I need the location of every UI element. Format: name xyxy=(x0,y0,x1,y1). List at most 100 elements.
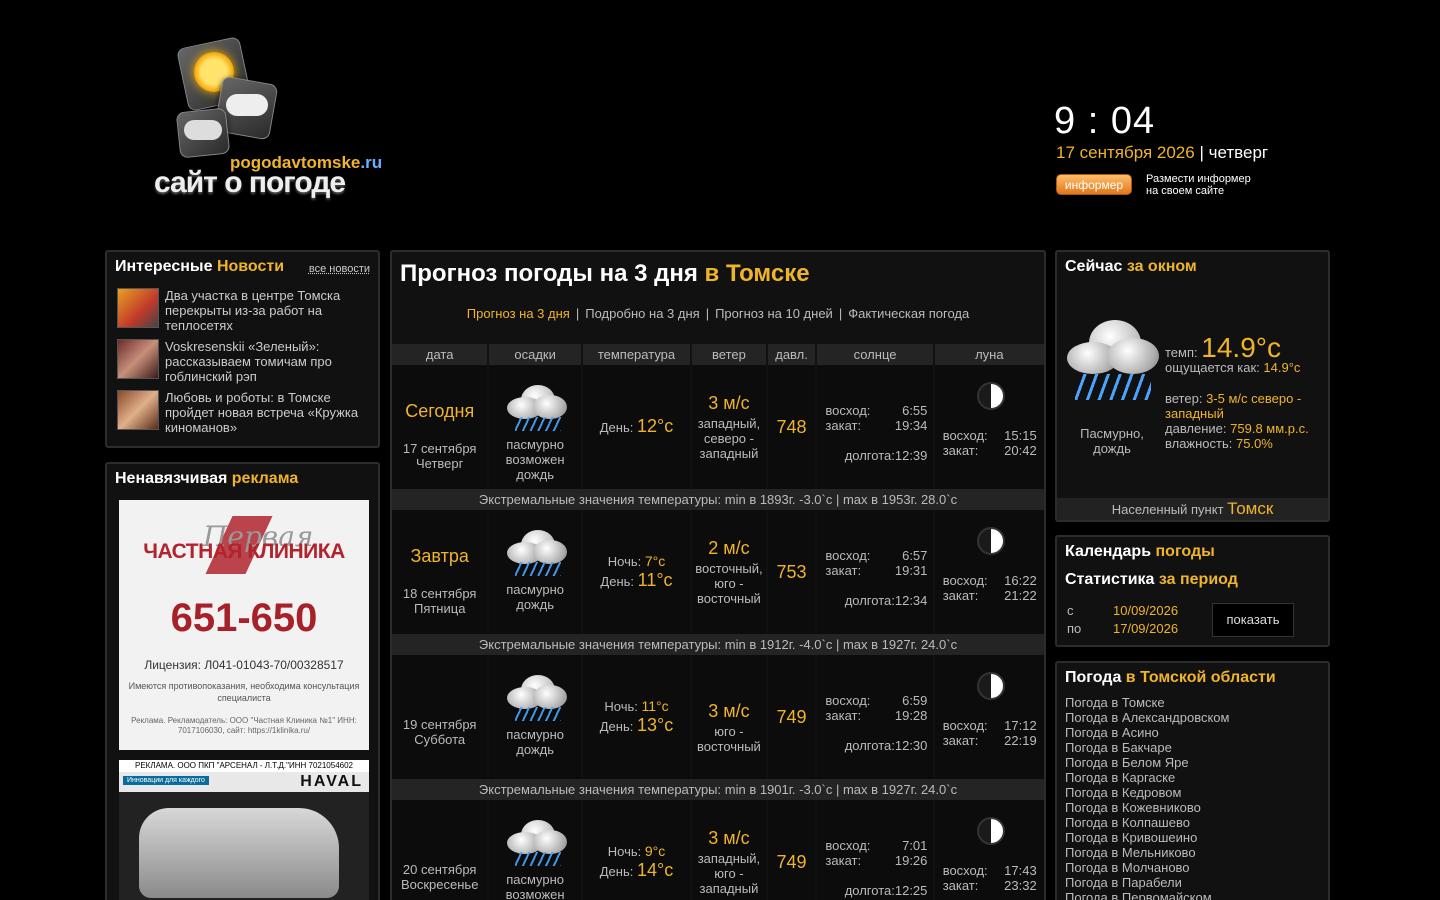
moon-phase-icon xyxy=(976,672,1005,700)
sun-cell: восход: 7:01 закат: 19:26 долгота:12:25 xyxy=(817,800,933,900)
extreme-temps-row: Экстремальные значения температуры: min … xyxy=(392,489,1044,510)
region-link[interactable]: Погода в Александровском xyxy=(1065,710,1320,725)
day-name: Сегодня xyxy=(405,401,475,421)
col-precip: осадки xyxy=(489,344,581,365)
car-ad-disclaimer: РЕКЛАМА. ООО ПКП "АРСЕНАЛ - Л.Т.Д."ИНН 7… xyxy=(119,760,369,772)
region-link[interactable]: Погода в Молчаново xyxy=(1065,860,1320,875)
precip-text: пасмурно возможен дождь xyxy=(505,872,565,900)
moon-cell: восход: 16:22 закат: 21:22 xyxy=(934,510,1044,634)
moon-phase-icon xyxy=(976,382,1005,410)
car-ad-brand: HAVAL xyxy=(300,773,363,790)
news-thumbnail xyxy=(117,339,159,379)
pressure-cell: 749 xyxy=(767,800,816,900)
locality: Населенный пункт Томск xyxy=(1057,498,1328,520)
sunrise-time: 7:01 xyxy=(902,838,928,853)
logo-title: сайт о погоде xyxy=(154,166,346,199)
current-date: 17 сентября 2026 | четверг xyxy=(1056,143,1269,162)
date-from-input[interactable]: 10/09/2026 xyxy=(1113,603,1178,618)
temp-values: День: 12°c xyxy=(599,416,674,436)
news-item-text[interactable]: Voskresenskii «Зеленый»: рассказываем то… xyxy=(165,339,370,384)
pressure-value: 749 xyxy=(776,852,807,872)
clinic-ad-banner[interactable]: Первая ЧАСТНАЯ КЛИНИКА 651-650 Лицензия:… xyxy=(119,500,369,750)
pressure-value: 753 xyxy=(776,562,807,582)
region-link[interactable]: Погода в Парабели xyxy=(1065,875,1320,890)
ads-title: Ненавязчивая реклама xyxy=(115,470,299,487)
extreme-temps-row: Экстремальные значения температуры: min … xyxy=(392,634,1044,655)
moonrise-time: 17:43 xyxy=(1004,863,1037,878)
tab-actual-weather[interactable]: Фактическая погода xyxy=(848,306,969,321)
region-link[interactable]: Погода в Белом Яре xyxy=(1065,755,1320,770)
wind-direction: западный, юго - западный xyxy=(697,851,761,896)
region-link[interactable]: Погода в Каргаске xyxy=(1065,770,1320,785)
col-sun: солнце xyxy=(817,344,933,365)
sun-cell: восход: 6:57 закат: 19:31 долгота:12:34 xyxy=(817,510,933,634)
moonset-time: 22:19 xyxy=(1004,733,1037,748)
region-link[interactable]: Погода в Первомайском xyxy=(1065,890,1320,900)
sunset-time: 19:34 xyxy=(894,418,928,433)
date-cell: 20 сентября Воскресенье xyxy=(392,800,488,900)
clinic-ad-license: Лицензия: Л041-01043-70/00328517 xyxy=(144,658,344,672)
news-thumbnail xyxy=(117,288,159,328)
region-link[interactable]: Погода в Кривошеино xyxy=(1065,830,1320,845)
temp-values: Ночь: 11°c День: 13°c xyxy=(599,698,674,735)
show-button[interactable]: показать xyxy=(1212,603,1294,637)
wind-direction: юго - восточный xyxy=(697,724,761,754)
tab-10-days[interactable]: Прогноз на 10 дней xyxy=(715,306,833,321)
precip-cell: пасмурно дождь xyxy=(489,655,581,779)
informer-button[interactable]: информер xyxy=(1056,174,1132,195)
region-link[interactable]: Погода в Мельниково xyxy=(1065,845,1320,860)
calendar-panel: Календарь погоды Статистика за период с1… xyxy=(1055,535,1330,647)
forecast-tabs: Прогноз на 3 дня | Подробно на 3 дня | Прогн… xyxy=(466,306,970,321)
wind-direction: восточный, юго - восточный xyxy=(695,561,763,606)
moon-cell: восход: 15:15 закат: 20:42 xyxy=(934,365,1044,489)
news-item-text[interactable]: Любовь и роботы: в Томске пройдет новая … xyxy=(165,390,370,435)
rain-cloud-icon xyxy=(507,528,568,578)
car-ad-banner[interactable]: РЕКЛАМА. ООО ПКП "АРСЕНАЛ - Л.Т.Д."ИНН 7… xyxy=(119,760,369,900)
informer-text[interactable]: Размести информер на своем сайте xyxy=(1146,173,1251,197)
date-to: по 17/09/2026 xyxy=(1067,621,1179,636)
pressure-cell: 753 xyxy=(767,510,816,634)
region-link[interactable]: Погода в Кожевниково xyxy=(1065,800,1320,815)
region-link[interactable]: Погода в Бакчаре xyxy=(1065,740,1320,755)
news-item-text[interactable]: Два участка в центре Томска перекрыты из… xyxy=(165,288,370,333)
calendar-title[interactable]: Календарь погоды xyxy=(1057,537,1328,567)
wind-cell: 3 м/с западный, северо - западный xyxy=(692,365,766,489)
sun-cell: восход: 6:55 закат: 19:34 долгота:12:39 xyxy=(817,365,933,489)
moonrise-time: 15:15 xyxy=(1004,428,1037,443)
car-ad-band: Инновации для каждого HAVAL xyxy=(119,772,369,792)
tab-3-days[interactable]: Прогноз на 3 дня xyxy=(467,306,570,321)
news-panel: Интересные Новости все новости Два участ… xyxy=(105,250,380,448)
region-link[interactable]: Погода в Асино xyxy=(1065,725,1320,740)
precip-cell: пасмурно возможен дождь xyxy=(489,365,581,489)
col-wind: ветер xyxy=(692,344,766,365)
wind-speed: 2 м/с xyxy=(708,538,750,558)
col-date: дата xyxy=(392,344,488,365)
tab-3-days-detailed[interactable]: Подробно на 3 дня xyxy=(585,306,699,321)
day-date: 19 сентября Суббота xyxy=(402,717,477,747)
news-item[interactable]: Voskresenskii «Зеленый»: рассказываем то… xyxy=(117,339,370,384)
clinic-ad-note: Имеются противопоказания, необходима кон… xyxy=(128,681,360,703)
page-title: Прогноз погоды на 3 дня в Томске xyxy=(400,260,810,287)
wind-cell: 3 м/с юго - восточный xyxy=(692,655,766,779)
region-panel: Погода в Томской области Погода в Томске… xyxy=(1055,661,1330,900)
date-cell: Сегодня 17 сентября Четверг xyxy=(392,365,488,489)
date-from: с 10/09/2026 xyxy=(1067,603,1179,618)
news-item[interactable]: Два участка в центре Томска перекрыты из… xyxy=(117,288,370,333)
day-length: 12:34 xyxy=(894,593,928,608)
region-link[interactable]: Погода в Колпашево xyxy=(1065,815,1320,830)
wind-speed: 3 м/с xyxy=(708,701,750,721)
forecast-panel: Прогноз погоды на 3 дня в Томске Прогноз… xyxy=(390,250,1046,900)
forecast-row: 19 сентября Суббота пасмурно дождь Ночь: 11… xyxy=(392,655,1044,779)
region-link[interactable]: Погода в Томске xyxy=(1065,695,1320,710)
sunrise-time: 6:57 xyxy=(902,548,928,563)
temp-cell: Ночь: 11°c День: 13°c xyxy=(582,655,691,779)
day-length: 12:30 xyxy=(894,738,928,753)
locality-link[interactable]: Томск xyxy=(1227,499,1273,518)
date-to-input[interactable]: 17/09/2026 xyxy=(1113,621,1178,636)
region-link[interactable]: Погода в Кедровом xyxy=(1065,785,1320,800)
wind-cell: 3 м/с западный, юго - западный xyxy=(692,800,766,900)
stats-title: Статистика за период xyxy=(1065,571,1238,588)
site-logo[interactable]: pogodavtomske.ru сайт о погоде xyxy=(150,36,382,208)
news-item[interactable]: Любовь и роботы: в Томске пройдет новая … xyxy=(117,390,370,435)
all-news-link[interactable]: все новости xyxy=(309,263,370,275)
